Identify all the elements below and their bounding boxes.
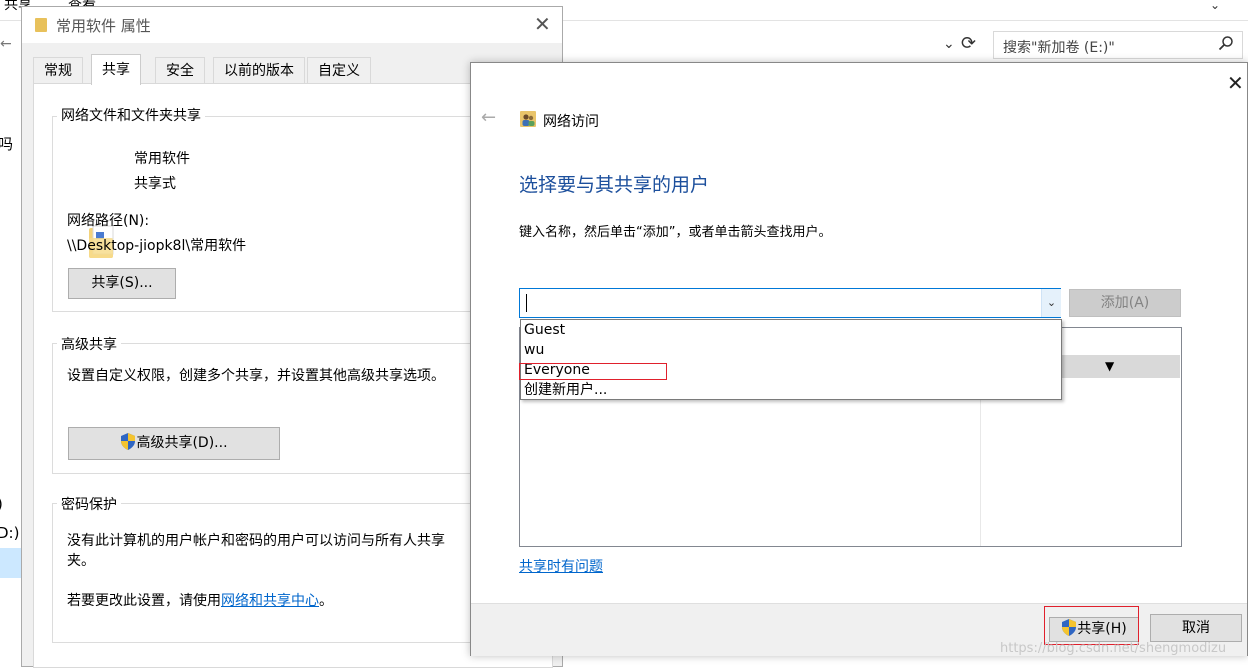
sharing-trouble-link[interactable]: 共享时有问题 (519, 556, 603, 576)
cancel-button[interactable]: 取消 (1150, 614, 1242, 642)
password-description-line1: 没有此计算机的用户帐户和密码的用户可以访问与所有人共享 (67, 533, 445, 549)
password-description-line2: 夹。 (67, 553, 95, 569)
change-setting-suffix: 。 (319, 593, 333, 609)
close-icon[interactable]: ✕ (534, 12, 551, 36)
change-setting-prefix: 若要更改此设置，请使用 (67, 593, 221, 609)
tab-sharing[interactable]: 共享 (91, 54, 141, 85)
permission-dropdown-icon[interactable]: ▼ (1105, 359, 1114, 373)
sidebar-item-fragment[interactable]: ) (0, 495, 3, 513)
network-path-value: \\Desktop-jiopk8l\常用软件 (67, 238, 247, 254)
everyone-highlight-box (519, 363, 667, 380)
network-sharing-label: 网络文件和文件夹共享 (57, 105, 205, 125)
share-button-highlight-box (1044, 606, 1139, 645)
sidebar-item-fragment[interactable]: 吗 (0, 133, 13, 154)
folder-icon (35, 18, 47, 32)
network-path-label: 网络路径(N): (67, 213, 150, 229)
back-arrow-icon[interactable]: ← (481, 107, 496, 128)
uac-shield-icon (120, 431, 136, 462)
dropdown-option-create-user[interactable]: 创建新用户... (524, 380, 607, 400)
share-state: 共享式 (134, 176, 176, 192)
properties-titlebar: 常用软件 属性 ✕ (22, 7, 562, 43)
properties-title: 常用软件 属性 (56, 17, 151, 35)
chevron-down-icon[interactable]: ⌄ (1041, 289, 1061, 317)
dialog-title: 网络访问 (543, 114, 599, 130)
advanced-sharing-label: 高级共享 (57, 334, 121, 354)
watermark-text: https://blog.csdn.net/shengmodizu (1000, 641, 1227, 656)
back-arrow-icon[interactable]: ← (0, 36, 12, 52)
close-icon[interactable]: ✕ (1227, 71, 1244, 95)
address-dropdown-icon[interactable]: ⌄ (943, 36, 955, 52)
users-icon (520, 110, 536, 128)
folder-name: 常用软件 (134, 151, 190, 167)
dropdown-option-guest[interactable]: Guest (524, 320, 565, 340)
advanced-sharing-button-label: 高级共享(D)... (136, 435, 228, 451)
tab-general[interactable]: 常规 (33, 57, 83, 84)
sidebar-selected-item[interactable] (0, 548, 22, 578)
advanced-sharing-button[interactable]: 高级共享(D)... (68, 427, 280, 460)
refresh-icon[interactable]: ⟳ (961, 33, 976, 54)
text-caret (526, 294, 527, 312)
password-protection-label: 密码保护 (57, 494, 121, 514)
user-name-combobox[interactable] (519, 288, 1061, 318)
tab-customize[interactable]: 自定义 (307, 57, 371, 84)
page-heading: 选择要与其共享的用户 (519, 174, 710, 196)
tab-previous-versions[interactable]: 以前的版本 (213, 57, 305, 84)
network-sharing-center-link[interactable]: 网络和共享中心 (221, 593, 319, 609)
search-icon[interactable] (1218, 35, 1234, 55)
network-access-dialog: ✕ ← 网络访问 选择要与其共享的用户 键入名称，然后单击“添加”，或者单击箭头… (470, 62, 1248, 656)
search-placeholder: 搜索"新加卷 (E:)" (1003, 40, 1115, 56)
sidebar-item-fragment[interactable]: D:) (0, 524, 19, 542)
share-button[interactable]: 共享(S)... (68, 268, 176, 299)
instruction-text: 键入名称，然后单击“添加”，或者单击箭头查找用户。 (519, 225, 832, 240)
chevron-down-icon[interactable]: ⌄ (1210, 0, 1220, 12)
user-dropdown-list: Guest wu Everyone 创建新用户... (520, 319, 1062, 400)
change-setting-text: 若要更改此设置，请使用网络和共享中心。 (67, 590, 333, 610)
dropdown-option-wu[interactable]: wu (524, 340, 544, 360)
tab-security[interactable]: 安全 (155, 57, 205, 84)
password-protection-group (52, 503, 536, 643)
add-button[interactable]: 添加(A) (1069, 289, 1181, 317)
advanced-sharing-description: 设置自定义权限，创建多个共享，并设置其他高级共享选项。 (67, 368, 445, 384)
